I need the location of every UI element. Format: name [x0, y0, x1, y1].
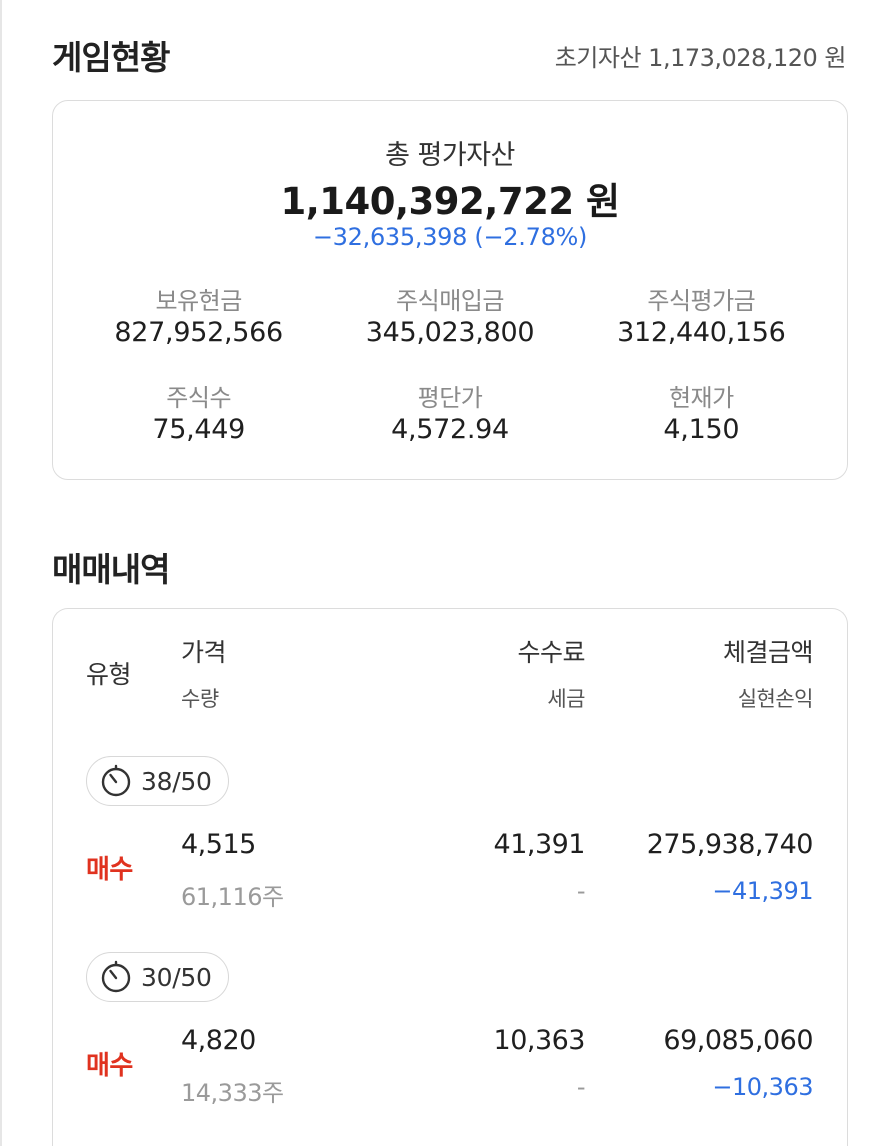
stat-value: 345,023,800 [365, 317, 535, 348]
timer-icon [101, 960, 131, 993]
stat-value: 4,150 [663, 414, 740, 445]
trade-type-buy: 매수 [86, 1051, 133, 1081]
column-header-quantity: 수량 [181, 687, 219, 711]
trade-quantity: 14,333주 [181, 1079, 284, 1107]
column-header-amount: 체결금액 [722, 638, 814, 667]
initial-assets-currency: 원 [824, 43, 846, 72]
stat-label: 평단가 [417, 384, 483, 412]
trade-fee: 10,363 [493, 1025, 586, 1056]
stat-cash: 보유현금 827,952,566 [73, 281, 324, 348]
trade-price: 4,820 [181, 1025, 256, 1056]
total-assets-value: 1,140,392,722 원 [280, 180, 620, 223]
column-header-tax: 세금 [547, 687, 585, 711]
stat-value: 827,952,566 [114, 317, 283, 348]
game-status-title: 게임현황 [52, 38, 170, 77]
stat-share-count: 주식수 75,449 [73, 378, 324, 445]
column-header-type: 유형 [86, 660, 132, 689]
total-assets-label: 총 평가자산 [385, 140, 515, 171]
trades-card: 유형 가격 수량 수수료 세금 체결금액 실현손익 38/50 매수 4,515… [52, 608, 848, 1146]
stats-row: 보유현금 827,952,566 주식매입금 345,023,800 주식평가금… [73, 281, 827, 348]
trade-realized: −10,363 [712, 1073, 813, 1101]
stats-row: 주식수 75,449 평단가 4,572.94 현재가 4,150 [73, 378, 827, 445]
trade-tax: - [576, 877, 586, 905]
total-assets-change: −32,635,398 (−2.78%) [312, 223, 588, 251]
column-header-realized: 실현손익 [737, 687, 814, 711]
stat-value: 4,572.94 [391, 414, 509, 445]
stat-valuation: 주식평가금 312,440,156 [576, 281, 827, 348]
round-label: 38/50 [141, 766, 212, 796]
stat-value: 75,449 [152, 414, 245, 445]
stat-value: 312,440,156 [617, 317, 786, 348]
game-status-page: 게임현황 초기자산 1,173,028,120 원 총 평가자산 1,140,3… [0, 0, 874, 1146]
summary-card: 총 평가자산 1,140,392,722 원 −32,635,398 (−2.7… [52, 100, 848, 480]
initial-assets: 초기자산 1,173,028,120 원 [554, 38, 847, 73]
divider [0, 0, 2, 1146]
trades-header: 매매내역 [52, 542, 846, 592]
column-header-price: 가격 [181, 638, 227, 667]
stat-label: 현재가 [668, 384, 734, 412]
trade-type-buy: 매수 [86, 855, 133, 885]
trade-amount: 69,085,060 [663, 1025, 813, 1056]
trade-quantity: 61,116주 [181, 883, 284, 911]
trade-amount: 275,938,740 [646, 829, 814, 860]
game-status-header: 게임현황 초기자산 1,173,028,120 원 [52, 30, 846, 80]
stat-avg-price: 평단가 4,572.94 [324, 378, 575, 445]
column-header-fee: 수수료 [517, 638, 585, 667]
round-label: 30/50 [141, 962, 212, 992]
stat-purchase-amount: 주식매입금 345,023,800 [324, 281, 575, 348]
stat-label: 주식수 [166, 384, 232, 412]
initial-assets-value: 1,173,028,120 [648, 43, 818, 72]
stat-label: 주식매입금 [396, 287, 504, 315]
trades-title: 매매내역 [52, 550, 170, 589]
stat-current-price: 현재가 4,150 [576, 378, 827, 445]
trade-realized: −41,391 [712, 877, 813, 905]
round-badge: 38/50 [86, 756, 229, 806]
trade-tax: - [576, 1073, 586, 1101]
stat-label: 주식평가금 [647, 287, 756, 315]
stat-label: 보유현금 [155, 287, 243, 315]
trade-price: 4,515 [181, 829, 256, 860]
timer-icon [101, 764, 131, 797]
trade-fee: 41,391 [493, 829, 586, 860]
round-badge: 30/50 [86, 952, 229, 1002]
initial-assets-label: 초기자산 [554, 43, 642, 72]
